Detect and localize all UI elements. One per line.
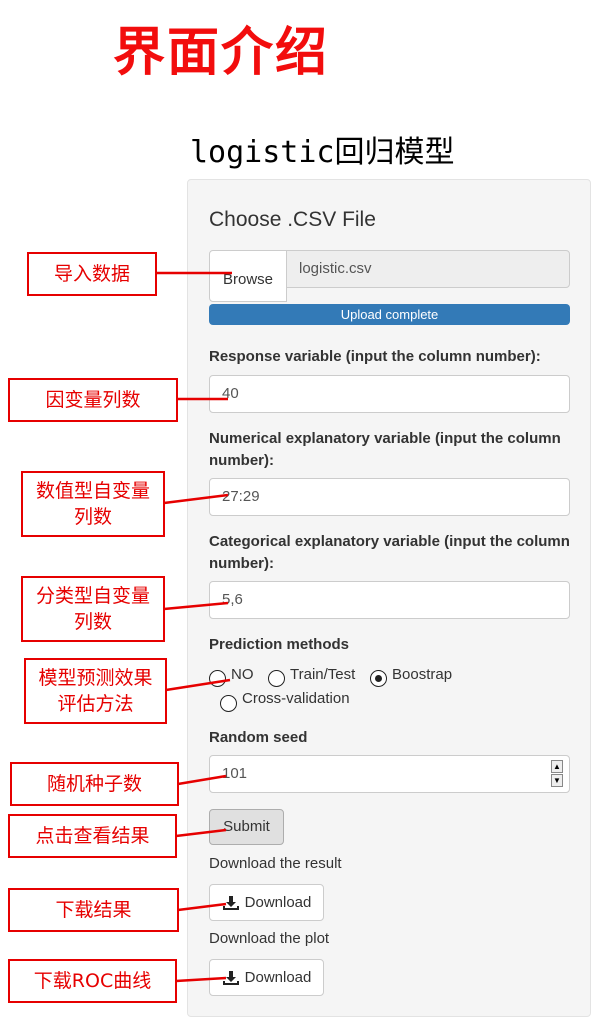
annotation-response-columns: 因变量列数 xyxy=(8,378,178,422)
annotation-view-results: 点击查看结果 xyxy=(8,814,177,858)
annotation-import-data: 导入数据 xyxy=(27,252,157,296)
annotation-download-results: 下载结果 xyxy=(8,888,179,932)
annotation-random-seed: 随机种子数 xyxy=(10,762,179,806)
annotation-numerical-columns: 数值型自变量列数 xyxy=(21,471,165,537)
annotation-download-roc: 下载ROC曲线 xyxy=(8,959,177,1003)
annotation-categorical-columns: 分类型自变量列数 xyxy=(21,576,165,642)
annotation-prediction-methods: 模型预测效果评估方法 xyxy=(24,658,167,724)
